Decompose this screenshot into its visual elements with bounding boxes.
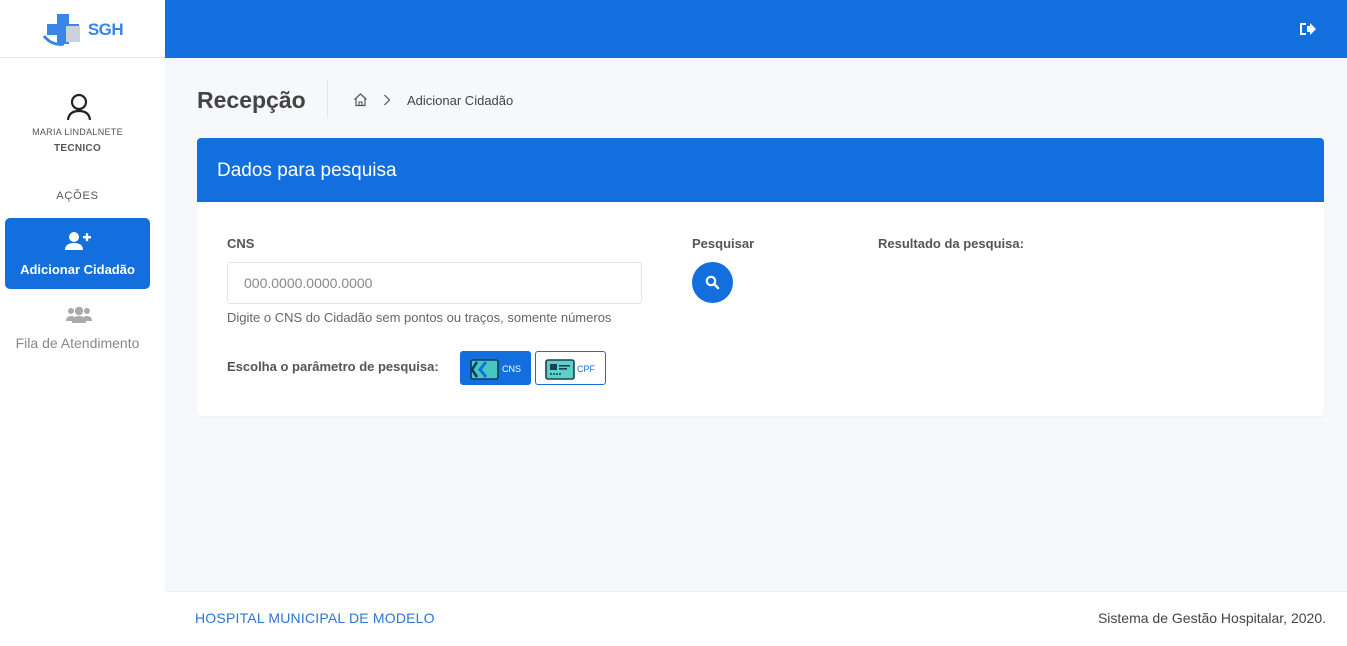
search-card: Dados para pesquisa CNS Digite o CNS do … (197, 138, 1324, 416)
divider (327, 80, 328, 118)
sidebar-item-label: Fila de Atendimento (15, 335, 140, 351)
search-icon (705, 275, 720, 290)
logo[interactable]: SGH (0, 0, 165, 58)
logo-text: SGH (87, 19, 124, 39)
cns-card-icon (470, 359, 499, 380)
search-label: Pesquisar (692, 236, 755, 251)
param-cns-button[interactable]: CNS (460, 351, 531, 385)
card-title: Dados para pesquisa (217, 160, 397, 181)
breadcrumb-current: Adicionar Cidadão (407, 93, 514, 108)
param-label: Escolha o parâmetro de pesquisa: (227, 359, 439, 374)
sidebar-section-title: AÇÕES (56, 190, 99, 202)
chevron-right-icon (384, 94, 391, 106)
user-icon (66, 93, 92, 121)
user-role: TECNICO (53, 143, 102, 154)
cns-help-text: Digite o CNS do Cidadão sem pontos ou tr… (227, 310, 612, 325)
sidebar: MARIA LINDALNETE TECNICO AÇÕES Adicionar… (0, 58, 165, 646)
footer-copyright: Sistema de Gestão Hospitalar, 2020. (1097, 610, 1326, 626)
topbar (0, 0, 1347, 58)
sidebar-item-label: Adicionar Cidadão (20, 262, 135, 277)
sidebar-item-fila-de-atendimento[interactable]: Fila de Atendimento (0, 302, 155, 358)
result-label: Resultado da pesquisa: (878, 236, 1024, 251)
cns-label: CNS (227, 236, 255, 251)
home-icon[interactable] (353, 92, 368, 107)
card-header: Dados para pesquisa (197, 138, 1324, 202)
param-cpf-button[interactable]: CPF (535, 351, 606, 385)
user-plus-icon (65, 232, 91, 250)
cpf-card-icon (545, 359, 575, 380)
sign-out-icon[interactable] (1297, 19, 1317, 39)
page-title: Recepção (197, 87, 306, 113)
footer-hospital-name: HOSPITAL MUNICIPAL DE MODELO (195, 610, 435, 626)
param-cns-label: CNS (502, 364, 522, 374)
cns-input[interactable] (227, 262, 642, 304)
sidebar-item-adicionar-cidadao[interactable]: Adicionar Cidadão (5, 218, 150, 289)
param-cpf-label: CPF (577, 364, 595, 374)
users-icon (66, 306, 92, 323)
user-name: MARIA LINDALNETE (32, 127, 123, 137)
logo-cross-icon (42, 13, 80, 46)
search-button[interactable] (692, 262, 733, 303)
footer: HOSPITAL MUNICIPAL DE MODELO Sistema de … (165, 591, 1347, 646)
